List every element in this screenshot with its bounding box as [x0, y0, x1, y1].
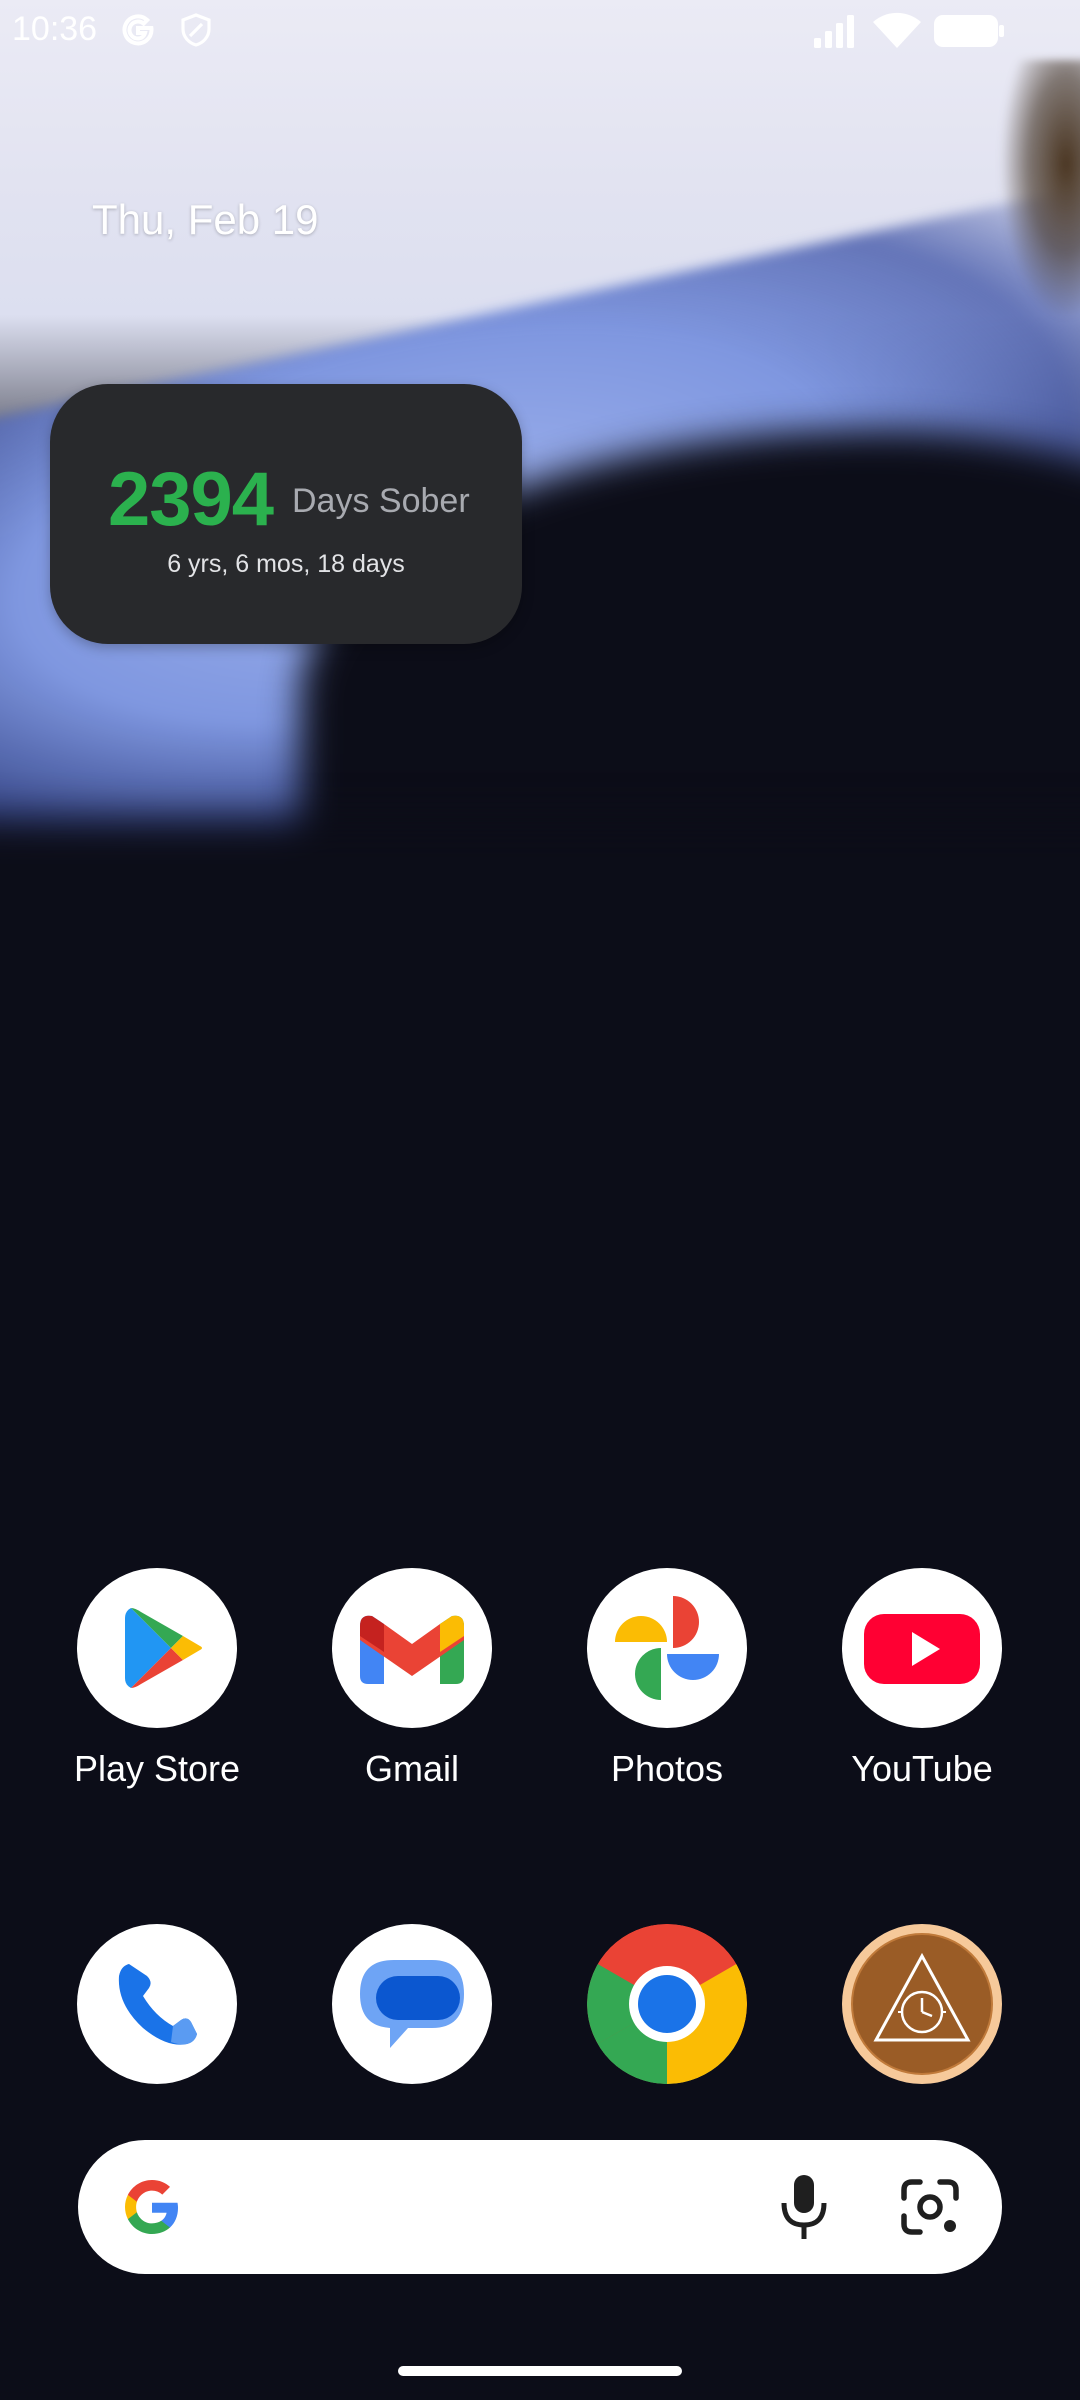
app-youtube[interactable]: YouTube: [822, 1568, 1022, 1790]
dock-app-sobriety-clock[interactable]: [822, 1924, 1022, 2084]
battery-icon: [934, 15, 1004, 47]
google-g-icon: [122, 14, 154, 46]
gmail-icon: [332, 1568, 492, 1728]
app-label-play-store: Play Store: [73, 1748, 241, 1789]
date-label[interactable]: Thu, Feb 19: [92, 196, 318, 244]
days-sober-label: Days Sober: [292, 482, 470, 520]
app-photos[interactable]: Photos: [567, 1568, 767, 1790]
status-bar: 10:36: [0, 0, 1080, 60]
google-g-icon: [125, 2180, 178, 2234]
phone-icon: [77, 1924, 237, 2084]
dock-app-phone[interactable]: [57, 1924, 257, 2084]
messages-icon: [332, 1924, 492, 2084]
dock-app-messages[interactable]: [312, 1924, 512, 2084]
play-store-icon: [77, 1568, 237, 1728]
microphone-icon[interactable]: [771, 2173, 837, 2241]
chrome-icon: [587, 1924, 747, 2084]
status-time: 10:36: [12, 10, 98, 48]
youtube-icon: [842, 1568, 1002, 1728]
dock-app-chrome[interactable]: [567, 1924, 767, 2084]
shield-icon: [181, 13, 211, 47]
signal-icon: [814, 15, 854, 48]
gesture-nav-handle[interactable]: [398, 2366, 682, 2376]
google-lens-icon[interactable]: [898, 2176, 962, 2238]
days-sober-widget[interactable]: 2394 Days Sober 6 yrs, 6 mos, 18 days: [50, 384, 522, 644]
photos-icon: [587, 1568, 747, 1728]
app-label-gmail: Gmail: [364, 1748, 459, 1789]
sobriety-clock-icon: [842, 1924, 1002, 2084]
days-sober-count: 2394: [108, 457, 274, 542]
app-label-youtube: YouTube: [851, 1748, 993, 1789]
wifi-icon: [873, 12, 921, 49]
sobriety-duration: 6 yrs, 6 mos, 18 days: [167, 550, 405, 578]
app-label-photos: Photos: [610, 1748, 724, 1789]
app-gmail[interactable]: Gmail: [312, 1568, 512, 1790]
google-search-bar[interactable]: [78, 2140, 1002, 2274]
app-play-store[interactable]: Play Store: [57, 1568, 257, 1790]
